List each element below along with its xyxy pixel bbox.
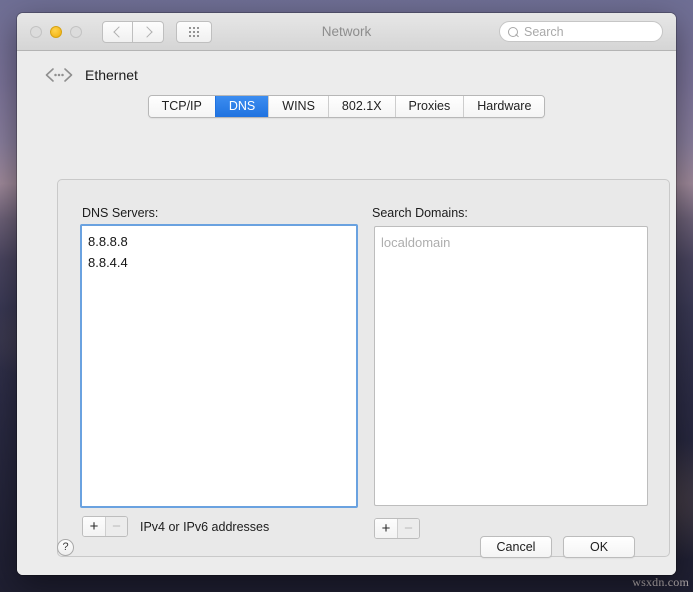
search-field[interactable] <box>499 21 663 42</box>
chevron-right-icon <box>141 26 152 37</box>
dns-servers-list[interactable]: 8.8.8.8 8.8.4.4 <box>80 224 358 508</box>
back-button[interactable] <box>102 21 133 43</box>
footer-actions: Cancel OK <box>480 536 635 558</box>
navigation-buttons <box>102 21 164 43</box>
search-input[interactable] <box>524 25 644 39</box>
show-all-button[interactable] <box>176 21 212 43</box>
cancel-button[interactable]: Cancel <box>480 536 552 558</box>
traffic-light-group <box>17 26 82 38</box>
tab-tcpip[interactable]: TCP/IP <box>149 96 215 117</box>
window-titlebar: Network <box>17 13 676 51</box>
forward-button[interactable] <box>133 21 164 43</box>
zoom-button[interactable] <box>70 26 82 38</box>
grid-dots-icon <box>189 27 199 37</box>
close-button[interactable] <box>30 26 42 38</box>
search-domains-list[interactable]: localdomain <box>374 226 648 506</box>
ok-button[interactable]: OK <box>563 536 635 558</box>
service-name: Ethernet <box>85 67 138 83</box>
chevron-left-icon <box>113 26 124 37</box>
tab-wins[interactable]: WINS <box>268 96 328 117</box>
window-body: Ethernet TCP/IP DNS WINS 802.1X Proxies … <box>17 51 676 575</box>
tab-hardware[interactable]: Hardware <box>463 96 544 117</box>
dns-servers-label: DNS Servers: <box>82 206 158 220</box>
search-domains-label: Search Domains: <box>372 206 468 220</box>
desktop-background: wsxdn.com Network <box>0 0 693 592</box>
tab-8021x[interactable]: 802.1X <box>328 96 395 117</box>
minimize-button[interactable] <box>50 26 62 38</box>
list-item[interactable]: 8.8.4.4 <box>82 252 356 273</box>
ethernet-icon <box>43 65 75 85</box>
tab-strip: TCP/IP DNS WINS 802.1X Proxies Hardware <box>148 95 546 118</box>
help-button[interactable]: ? <box>57 539 74 556</box>
settings-tab-bar: TCP/IP DNS WINS 802.1X Proxies Hardware <box>17 95 676 118</box>
dialog-footer: ? Cancel OK <box>17 519 676 575</box>
service-header: Ethernet <box>17 51 676 85</box>
dns-tab-panel: DNS Servers: 8.8.8.8 8.8.4.4 + − IPv4 or… <box>57 179 670 557</box>
list-item[interactable]: 8.8.8.8 <box>82 231 356 252</box>
watermark-text: wsxdn.com <box>632 575 689 590</box>
tab-proxies[interactable]: Proxies <box>395 96 464 117</box>
tab-dns[interactable]: DNS <box>215 96 268 117</box>
network-preferences-window: Network Ethernet <box>17 13 676 575</box>
list-item-placeholder: localdomain <box>375 232 647 253</box>
search-icon <box>508 27 518 37</box>
